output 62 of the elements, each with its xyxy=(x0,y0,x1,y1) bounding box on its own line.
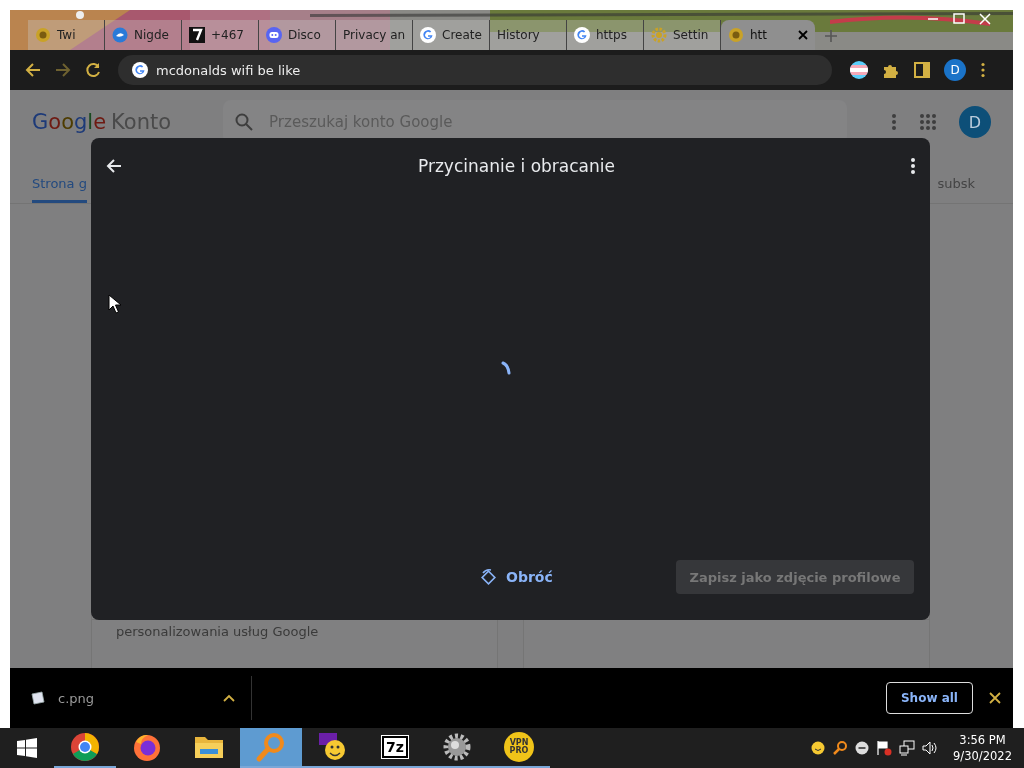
download-name[interactable]: c.png xyxy=(58,690,211,706)
more-icon[interactable] xyxy=(910,157,916,175)
dialog-title: Przycinanie i obracanie xyxy=(417,156,616,176)
show-all-button[interactable]: Show all xyxy=(885,682,973,714)
firefox-icon xyxy=(132,732,162,762)
folder-icon xyxy=(194,734,224,760)
bird-icon xyxy=(112,27,128,43)
caret-icon[interactable] xyxy=(223,694,235,702)
profile-avatar[interactable]: D xyxy=(944,59,966,81)
gear-icon xyxy=(442,732,472,762)
vpn-icon: VPN PRO xyxy=(504,732,534,762)
clock-date[interactable]: 9/30/2022 xyxy=(953,748,1012,764)
gamepad-icon xyxy=(266,27,282,43)
browser-tab[interactable]: Nigde xyxy=(105,20,182,50)
taskbar-app[interactable]: 7z xyxy=(364,728,426,768)
address-bar[interactable]: mcdonalds wifi be like xyxy=(118,55,832,85)
rotate-button[interactable]: Obróć xyxy=(476,562,557,592)
close-icon[interactable] xyxy=(989,692,1001,704)
sidebar-icon[interactable] xyxy=(914,62,930,78)
magnifier-icon[interactable] xyxy=(832,740,849,756)
back-icon[interactable] xyxy=(24,61,42,79)
seven-icon xyxy=(189,27,205,43)
browser-tab[interactable]: Privacy an xyxy=(336,20,413,50)
network-icon[interactable] xyxy=(899,740,916,756)
browser-tab[interactable]: +467 xyxy=(182,20,259,50)
magnifier-icon xyxy=(255,731,287,763)
clock-time[interactable]: 3:56 PM xyxy=(959,732,1006,748)
smiley-icon xyxy=(318,732,348,762)
archiver-icon: 7z xyxy=(382,736,408,758)
windows-icon[interactable] xyxy=(17,738,37,758)
browser-tab[interactable]: Create xyxy=(413,20,490,50)
reload-icon[interactable] xyxy=(84,61,102,79)
taskbar-app[interactable]: VPN PRO xyxy=(488,728,550,768)
google-icon xyxy=(132,62,148,78)
browser-tab[interactable]: History xyxy=(490,20,567,50)
back-icon[interactable] xyxy=(105,157,123,175)
gear-icon xyxy=(651,27,667,43)
smiley-icon[interactable] xyxy=(811,741,826,755)
minus-circle-icon[interactable] xyxy=(855,741,870,755)
volume-icon[interactable] xyxy=(922,740,939,756)
flag-icon[interactable] xyxy=(876,740,893,756)
forward-icon[interactable] xyxy=(54,61,72,79)
google-icon xyxy=(420,27,436,43)
image-file-icon xyxy=(30,691,46,705)
coin-icon xyxy=(728,27,744,43)
menu-icon[interactable] xyxy=(980,62,986,78)
browser-tab[interactable]: Twi xyxy=(28,20,105,50)
search-icon xyxy=(235,113,254,131)
browser-tab[interactable]: Disco xyxy=(259,20,336,50)
flag-icon[interactable] xyxy=(850,61,868,79)
apps-icon[interactable] xyxy=(919,113,937,131)
coin-icon xyxy=(35,27,51,43)
account-avatar[interactable]: D xyxy=(959,106,991,138)
rotate-icon xyxy=(480,568,498,586)
google-icon xyxy=(574,27,590,43)
close-icon[interactable] xyxy=(798,30,808,40)
browser-tab[interactable]: Settin xyxy=(644,20,721,50)
cursor-icon xyxy=(108,294,122,314)
card-text: personalizowania usług Google xyxy=(115,623,320,641)
chrome-icon xyxy=(70,732,100,762)
browser-tab[interactable]: htt xyxy=(721,20,815,50)
browser-tab[interactable]: https xyxy=(567,20,644,50)
